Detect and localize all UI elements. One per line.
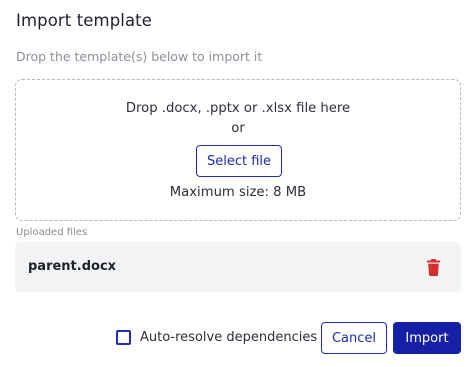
select-file-button[interactable]: Select file xyxy=(196,145,282,177)
auto-resolve-option[interactable]: Auto-resolve dependencies xyxy=(116,330,317,345)
dropzone-instruction: Drop .docx, .pptx or .xlsx file here xyxy=(125,101,351,116)
dialog-subtitle: Drop the template(s) below to import it xyxy=(16,49,263,64)
auto-resolve-checkbox[interactable] xyxy=(116,330,131,345)
max-size-text: Maximum size: 8 MB xyxy=(169,185,307,200)
uploaded-file-row: parent.docx xyxy=(15,242,461,292)
file-dropzone[interactable]: Drop .docx, .pptx or .xlsx file here or … xyxy=(15,79,461,221)
file-name: parent.docx xyxy=(28,259,117,274)
dropzone-or-text: or xyxy=(231,121,245,136)
auto-resolve-label[interactable]: Auto-resolve dependencies xyxy=(140,330,317,345)
uploaded-files-label: Uploaded files xyxy=(16,227,88,238)
dialog-title: Import template xyxy=(16,11,152,30)
trash-icon[interactable] xyxy=(423,256,443,278)
import-button[interactable]: Import xyxy=(393,322,461,354)
cancel-button[interactable]: Cancel xyxy=(321,322,387,354)
